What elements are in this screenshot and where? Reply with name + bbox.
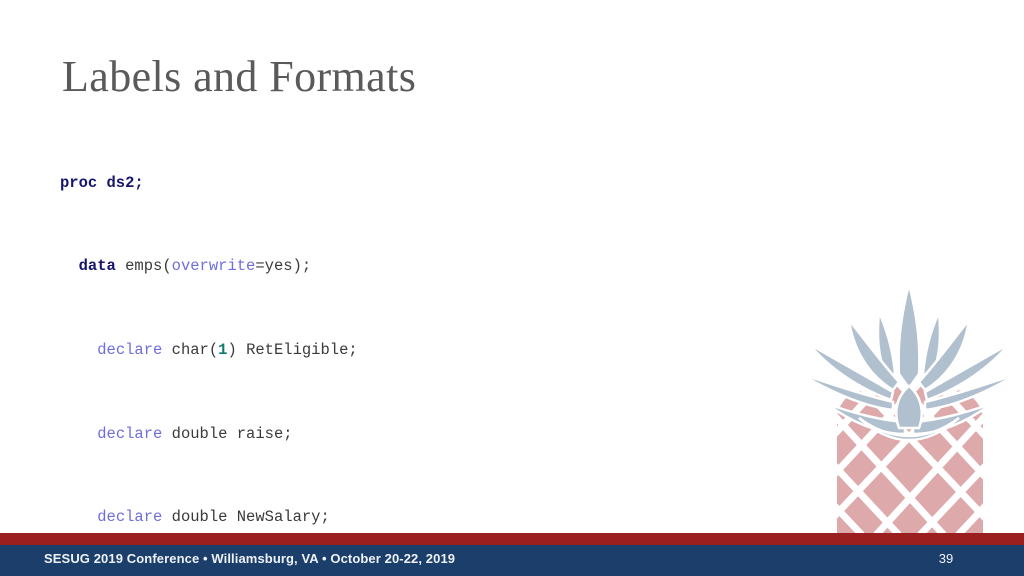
code-token-option: overwrite xyxy=(171,257,256,276)
code-line: declare char(1) RetEligible; xyxy=(60,340,414,361)
code-line: declare double NewSalary; xyxy=(60,507,414,528)
footer-page-number: 39 xyxy=(938,551,954,566)
code-token-plain: ) RetEligible; xyxy=(227,340,358,359)
pineapple-crown-group xyxy=(800,283,1018,442)
code-line: declare double raise; xyxy=(60,424,414,445)
code-token-keyword: proc ds2 xyxy=(60,173,135,192)
code-block: proc ds2; data emps(overwrite=yes); decl… xyxy=(60,110,414,576)
code-token-plain: double NewSalary; xyxy=(162,508,330,527)
code-line: proc ds2; xyxy=(60,173,414,194)
code-token-plain: double raise; xyxy=(162,424,293,443)
code-token-keyword: declare xyxy=(97,424,163,443)
code-token-plain: char( xyxy=(162,340,219,359)
code-token-plain: =yes); xyxy=(255,257,312,276)
footer-accent-bar xyxy=(0,533,1024,545)
pineapple-graphic xyxy=(793,282,1024,534)
pineapple-body-group xyxy=(793,282,1024,534)
code-token-keyword: data xyxy=(78,257,116,276)
slide-canvas: Labels and Formats proc ds2; data emps(o… xyxy=(0,0,1024,576)
code-token-keyword: declare xyxy=(97,508,163,527)
code-token-plain: emps( xyxy=(115,257,172,276)
page-title: Labels and Formats xyxy=(62,52,417,102)
code-token-punct: ; xyxy=(134,173,144,192)
code-line: data emps(overwrite=yes); xyxy=(60,256,414,277)
footer-conference-text: SESUG 2019 Conference • Williamsburg, VA… xyxy=(44,551,456,566)
code-token-keyword: declare xyxy=(97,340,163,359)
